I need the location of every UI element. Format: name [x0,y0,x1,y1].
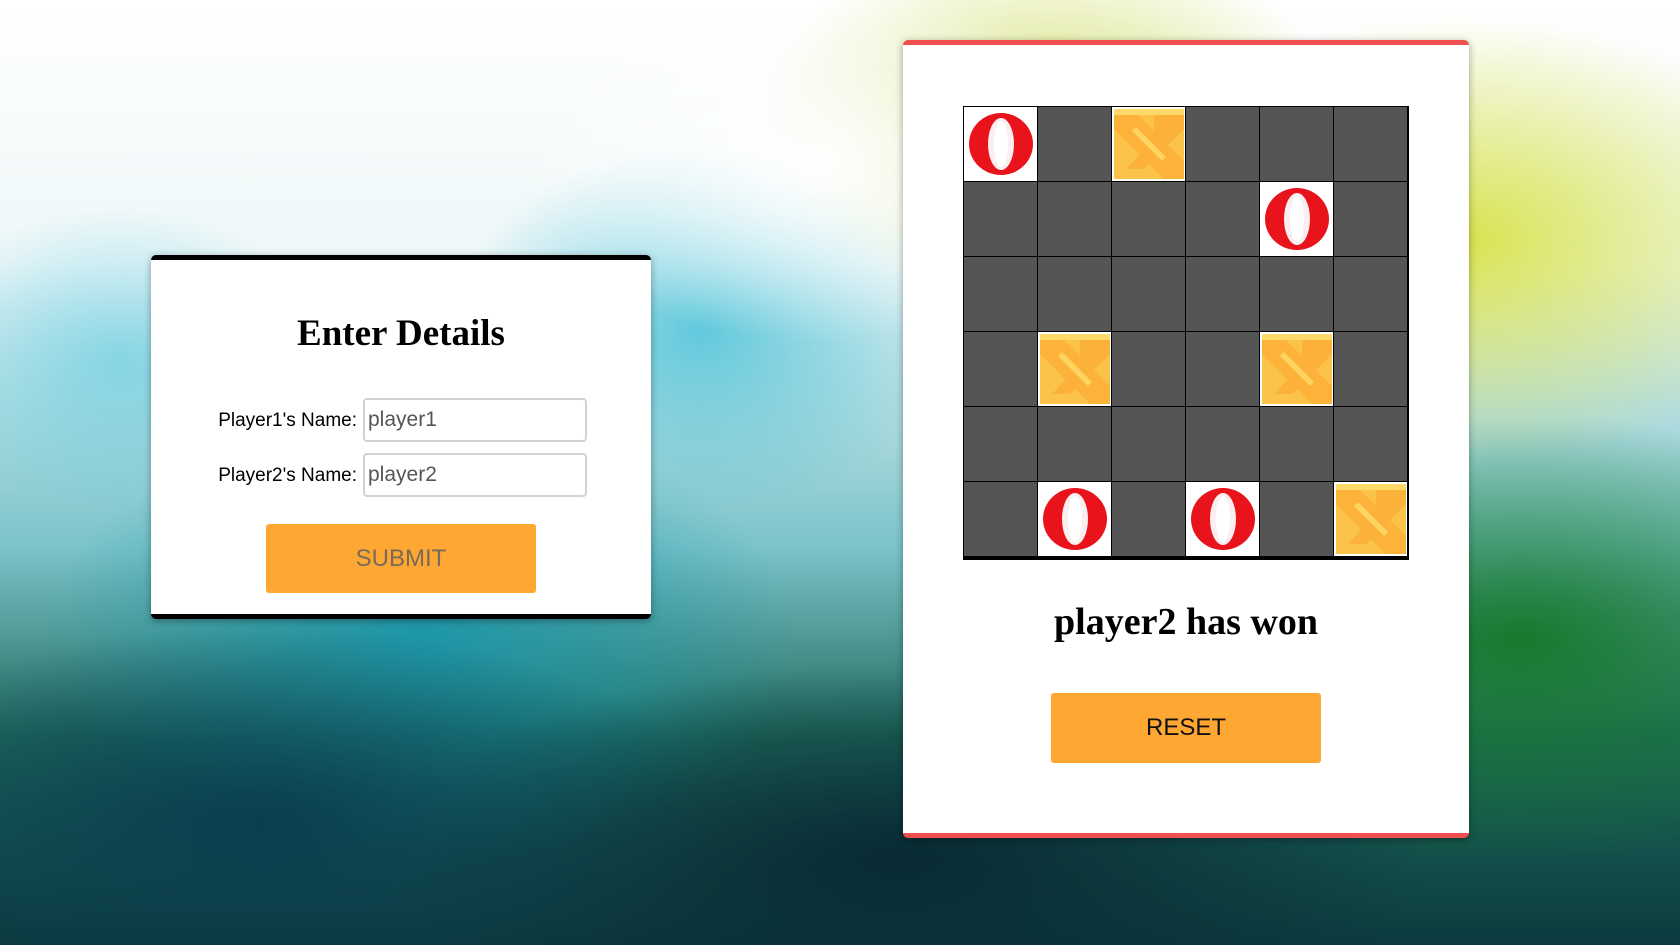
player1-row: Player1's Name: [151,398,651,444]
player-o-icon [1262,184,1332,254]
player1-label: Player1's Name: [218,410,357,431]
board-cell-5-5[interactable] [1334,482,1407,556]
board-cell-3-2[interactable] [1112,332,1185,406]
board-cell-5-3[interactable] [1186,482,1259,556]
board-cell-0-0[interactable] [964,107,1037,181]
board-cell-5-2[interactable] [1112,482,1185,556]
board-cell-1-0[interactable] [964,182,1037,256]
board-cell-4-3[interactable] [1186,407,1259,481]
player-x-icon [1335,484,1406,554]
game-panel: player2 has won RESET [903,40,1469,838]
details-panel: Enter Details Player1's Name: Player2's … [151,255,651,619]
board-cell-1-1[interactable] [1038,182,1111,256]
board-cell-1-4[interactable] [1260,182,1333,256]
game-board [963,106,1409,560]
board-cell-1-2[interactable] [1112,182,1185,256]
player2-label: Player2's Name: [218,465,357,486]
player2-row: Player2's Name: [151,453,651,499]
submit-button[interactable]: SUBMIT [266,524,536,593]
board-cell-3-1[interactable] [1038,332,1111,406]
board-cell-2-1[interactable] [1038,257,1111,331]
board-cell-4-4[interactable] [1260,407,1333,481]
board-cell-1-5[interactable] [1334,182,1407,256]
board-cell-0-1[interactable] [1038,107,1111,181]
player-o-icon [1188,484,1258,554]
board-cell-2-4[interactable] [1260,257,1333,331]
player-x-icon [1039,334,1110,404]
player-x-icon [1113,109,1184,179]
game-status: player2 has won [1054,601,1318,643]
board-cell-2-2[interactable] [1112,257,1185,331]
player2-name-input[interactable] [363,453,587,497]
board-cell-4-1[interactable] [1038,407,1111,481]
board-cell-2-0[interactable] [964,257,1037,331]
board-cell-1-3[interactable] [1186,182,1259,256]
board-cell-3-4[interactable] [1260,332,1333,406]
player-o-icon [966,109,1036,179]
board-cell-2-5[interactable] [1334,257,1407,331]
board-cell-5-0[interactable] [964,482,1037,556]
board-cell-3-3[interactable] [1186,332,1259,406]
board-cell-4-2[interactable] [1112,407,1185,481]
board-cell-5-1[interactable] [1038,482,1111,556]
board-cell-0-4[interactable] [1260,107,1333,181]
board-cell-2-3[interactable] [1186,257,1259,331]
board-cell-5-4[interactable] [1260,482,1333,556]
board-cell-0-2[interactable] [1112,107,1185,181]
board-cell-3-5[interactable] [1334,332,1407,406]
player1-name-input[interactable] [363,398,587,442]
board-cell-0-3[interactable] [1186,107,1259,181]
reset-button[interactable]: RESET [1051,693,1321,763]
board-cell-4-0[interactable] [964,407,1037,481]
board-cell-4-5[interactable] [1334,407,1407,481]
board-cell-3-0[interactable] [964,332,1037,406]
player-x-icon [1261,334,1332,404]
board-cell-0-5[interactable] [1334,107,1407,181]
player-o-icon [1040,484,1110,554]
details-title: Enter Details [297,313,505,354]
